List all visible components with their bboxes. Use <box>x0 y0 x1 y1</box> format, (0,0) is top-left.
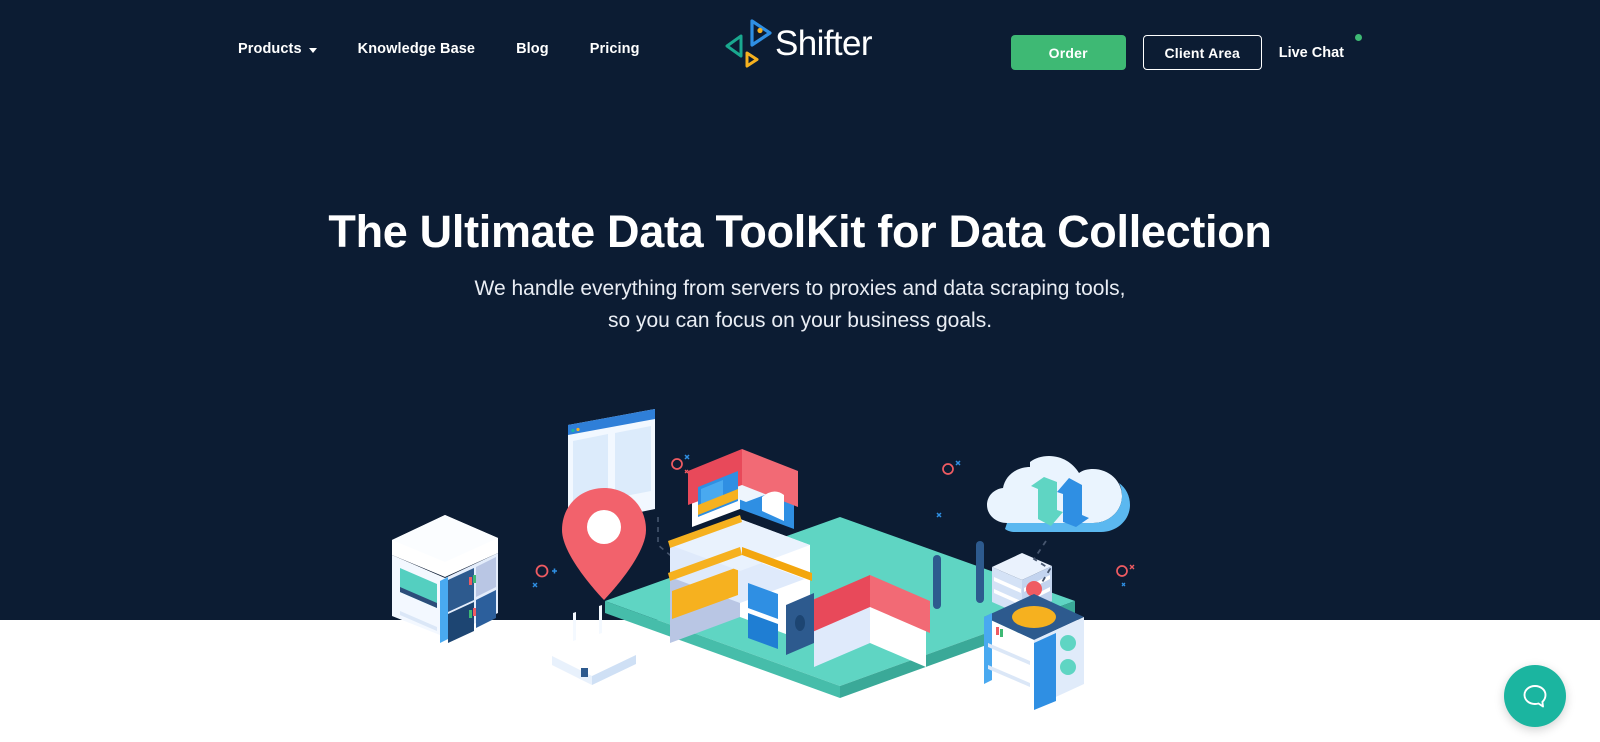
brand-name: Shifter <box>775 24 873 63</box>
hero-subtitle-line-2: so you can focus on your business goals. <box>607 308 993 332</box>
hero-section: The Ultimate Data ToolKit for Data Colle… <box>0 206 1600 337</box>
hero-illustration <box>370 405 1200 742</box>
nav-label-pricing: Pricing <box>589 41 640 57</box>
client-area-button[interactable]: Client Area <box>1142 35 1262 70</box>
nav-item-blog[interactable]: Blog <box>516 41 549 57</box>
order-button[interactable]: Order <box>1010 35 1126 70</box>
nav-label-products: Products <box>238 41 302 57</box>
shifter-logo-icon <box>725 19 772 68</box>
chat-bubble-icon <box>1523 685 1547 708</box>
status-dot-online <box>1355 33 1362 41</box>
brand-logo[interactable]: Shifter <box>722 16 873 72</box>
isometric-scene-svg <box>392 409 1135 710</box>
header-actions: Order Client Area Live Chat <box>1010 33 1362 70</box>
server-tower-icon <box>392 515 498 643</box>
nav-label-knowledge-base: Knowledge Base <box>357 41 476 57</box>
nav-item-pricing[interactable]: Pricing <box>590 41 640 57</box>
hero-subtitle: We handle everything from servers to pro… <box>0 273 1600 337</box>
nav-label-blog: Blog <box>516 41 549 57</box>
site-header: Products Knowledge Base Blog Pricing Shi… <box>0 0 1600 105</box>
live-chat-widget-button[interactable] <box>1504 665 1566 727</box>
hero-subtitle-line-1: We handle everything from servers to pro… <box>474 276 1126 300</box>
nav-item-products[interactable]: Products <box>238 41 317 57</box>
page-root: Products Knowledge Base Blog Pricing Shi… <box>0 0 1600 742</box>
page-title: The Ultimate Data ToolKit for Data Colle… <box>328 206 1272 257</box>
nav-item-knowledge-base[interactable]: Knowledge Base <box>358 41 475 57</box>
live-chat-link[interactable]: Live Chat <box>1278 33 1362 61</box>
primary-navigation: Products Knowledge Base Blog Pricing <box>238 41 640 57</box>
live-chat-label: Live Chat <box>1278 44 1344 61</box>
chevron-down-icon <box>308 47 317 53</box>
location-pin-icon <box>562 488 646 600</box>
